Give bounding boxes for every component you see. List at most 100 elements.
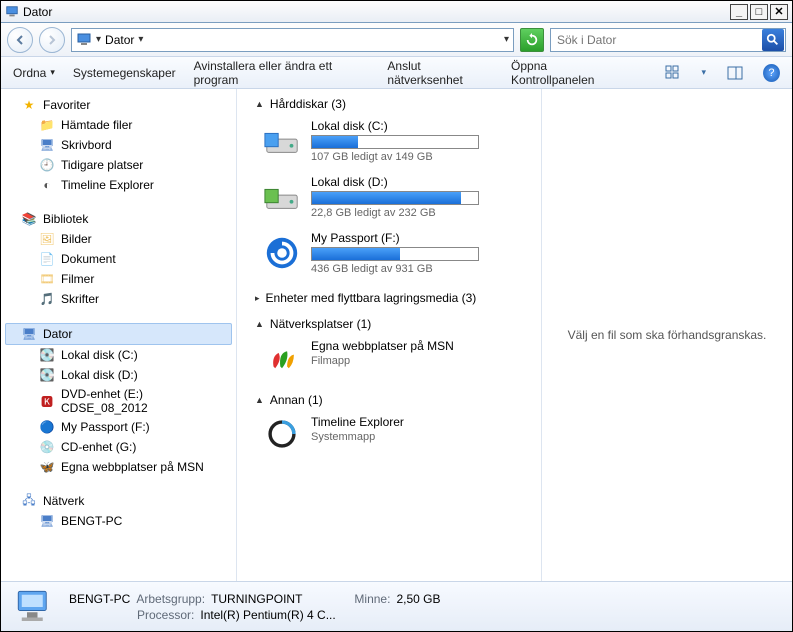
drive-free-space: 436 GB ledigt av 931 GB — [311, 263, 523, 275]
sidebar-item-documents[interactable]: 📄Dokument — [1, 249, 236, 269]
sidebar-item-recent[interactable]: 🕘Tidigare platser — [1, 155, 236, 175]
breadcrumb-dropdown[interactable]: ▾ — [504, 34, 509, 45]
chevron-down-icon[interactable]: ▾ — [138, 34, 143, 45]
status-memory: 2,50 GB — [396, 592, 440, 606]
music-icon: 🎵 — [39, 291, 55, 307]
status-workgroup: TURNINGPOINT — [211, 592, 302, 606]
group-removable-header[interactable]: ▸Enheter med flyttbara lagringsmedia (3) — [237, 289, 541, 307]
group-hdd-header[interactable]: ▲Hårddiskar (3) — [237, 95, 541, 113]
breadcrumb[interactable]: ▾ Dator ▾ ▾ — [71, 28, 514, 52]
titlebar: Dator _ □ ✕ — [1, 1, 792, 23]
status-pc-name: BENGT-PC — [69, 592, 130, 606]
usage-bar — [311, 135, 479, 149]
breadcrumb-label[interactable]: Dator — [105, 33, 134, 47]
drive-name: Lokal disk (D:) — [311, 175, 523, 189]
library-icon: 📚 — [21, 211, 37, 227]
disk-icon: 💽 — [39, 347, 55, 363]
search-box[interactable] — [550, 28, 786, 52]
sidebar-item-msn[interactable]: 🦋Egna webbplatser på MSN — [1, 457, 236, 477]
preview-placeholder: Välj en fil som ska förhandsgranskas. — [568, 328, 767, 342]
clock-icon: 🕘 — [39, 157, 55, 173]
folder-icon: 📁 — [39, 117, 55, 133]
view-button[interactable] — [663, 62, 684, 84]
chevron-down-icon[interactable]: ▾ — [96, 34, 101, 45]
expand-icon: ▲ — [255, 319, 264, 329]
drive-name: Lokal disk (C:) — [311, 119, 523, 133]
content-pane[interactable]: ▲Hårddiskar (3) Lokal disk (C:) 107 GB l… — [237, 89, 542, 581]
back-button[interactable] — [7, 27, 33, 53]
preview-pane: Välj en fil som ska förhandsgranskas. — [542, 89, 792, 581]
document-icon: 📄 — [39, 251, 55, 267]
network-icon: 🖧 — [21, 493, 37, 509]
search-input[interactable] — [551, 33, 761, 47]
expand-icon: ▲ — [255, 395, 264, 405]
refresh-button[interactable] — [520, 28, 544, 52]
app-icon — [263, 415, 301, 453]
close-button[interactable]: ✕ — [770, 4, 788, 20]
computer-icon — [5, 5, 19, 19]
sidebar-item-desktop[interactable]: 🖥Skrivbord — [1, 135, 236, 155]
group-other-header[interactable]: ▲Annan (1) — [237, 391, 541, 409]
drive-name: My Passport (F:) — [311, 231, 523, 245]
sidebar-item-bengt-pc[interactable]: 🖥BENGT-PC — [1, 511, 236, 531]
organize-button[interactable]: Ordna▾ — [13, 66, 55, 80]
sidebar-item-downloads[interactable]: 📁Hämtade filer — [1, 115, 236, 135]
drive-free-space: 107 GB ledigt av 149 GB — [311, 151, 523, 163]
status-memory-label: Minne: — [354, 592, 390, 606]
disk-icon — [263, 122, 301, 160]
item-name: Egna webbplatser på MSN — [311, 339, 523, 353]
toolbar: Ordna▾ Systemegenskaper Avinstallera ell… — [1, 57, 792, 89]
control-panel-button[interactable]: Öppna Kontrollpanelen — [511, 59, 627, 87]
sidebar-item-pictures[interactable]: 🖼Bilder — [1, 229, 236, 249]
msn-icon: 🦋 — [39, 459, 55, 475]
group-netloc-header[interactable]: ▲Nätverksplatser (1) — [237, 315, 541, 333]
sidebar-item-drive-d[interactable]: 💽Lokal disk (D:) — [1, 365, 236, 385]
sidebar-item-music[interactable]: 🎵Skrifter — [1, 289, 236, 309]
status-processor-label: Processor: — [137, 608, 194, 622]
usage-bar — [311, 247, 479, 261]
item-kind: Filmapp — [311, 355, 523, 367]
desktop-icon: 🖥 — [39, 137, 55, 153]
navigation-pane[interactable]: ★ Favoriter 📁Hämtade filer 🖥Skrivbord 🕘T… — [1, 89, 237, 581]
help-button[interactable]: ? — [763, 64, 780, 82]
drive-free-space: 22,8 GB ledigt av 232 GB — [311, 207, 523, 219]
favorites-header[interactable]: ★ Favoriter — [1, 95, 236, 115]
refresh-icon: ◐ — [39, 177, 55, 193]
minimize-button[interactable]: _ — [730, 4, 748, 20]
sidebar-item-videos[interactable]: 🎞Filmer — [1, 269, 236, 289]
netloc-item[interactable]: Egna webbplatser på MSN Filmapp — [237, 333, 541, 383]
computer-icon — [13, 587, 55, 627]
sidebar-item-cd[interactable]: 💿CD-enhet (G:) — [1, 437, 236, 457]
sidebar-item-dvd[interactable]: 🅺DVD-enhet (E:) CDSE_08_2012 — [1, 385, 236, 417]
sidebar-item-timeline[interactable]: ◐Timeline Explorer — [1, 175, 236, 195]
sidebar-item-passport[interactable]: 🔵My Passport (F:) — [1, 417, 236, 437]
network-header[interactable]: 🖧 Nätverk — [1, 491, 236, 511]
map-network-drive-button[interactable]: Anslut nätverksenhet — [387, 59, 493, 87]
preview-pane-button[interactable] — [724, 62, 745, 84]
system-properties-button[interactable]: Systemegenskaper — [73, 66, 176, 80]
cd-icon: 💿 — [39, 439, 55, 455]
other-item[interactable]: Timeline Explorer Systemmapp — [237, 409, 541, 459]
maximize-button[interactable]: □ — [750, 4, 768, 20]
drive-item[interactable]: Lokal disk (D:) 22,8 GB ledigt av 232 GB — [237, 169, 541, 225]
libraries-header[interactable]: 📚 Bibliotek — [1, 209, 236, 229]
video-icon: 🎞 — [39, 271, 55, 287]
chevron-down-icon[interactable]: ▾ — [702, 67, 707, 78]
forward-button[interactable] — [39, 27, 65, 53]
computer-icon: 🖥 — [21, 326, 37, 342]
drive-item[interactable]: My Passport (F:) 436 GB ledigt av 931 GB — [237, 225, 541, 281]
drive-item[interactable]: Lokal disk (C:) 107 GB ledigt av 149 GB — [237, 113, 541, 169]
picture-icon: 🖼 — [39, 231, 55, 247]
status-workgroup-label: Arbetsgrupp: — [136, 592, 205, 606]
window-title: Dator — [23, 5, 730, 19]
disk-icon: 💽 — [39, 367, 55, 383]
sidebar-item-drive-c[interactable]: 💽Lokal disk (C:) — [1, 345, 236, 365]
navbar: ▾ Dator ▾ ▾ — [1, 23, 792, 57]
external-disk-icon — [263, 234, 301, 272]
msn-icon — [263, 339, 301, 377]
disk-icon — [263, 178, 301, 216]
computer-header[interactable]: 🖥 Dator — [5, 323, 232, 345]
uninstall-button[interactable]: Avinstallera eller ändra ett program — [194, 59, 370, 87]
item-kind: Systemmapp — [311, 431, 523, 443]
search-button[interactable] — [762, 29, 784, 51]
